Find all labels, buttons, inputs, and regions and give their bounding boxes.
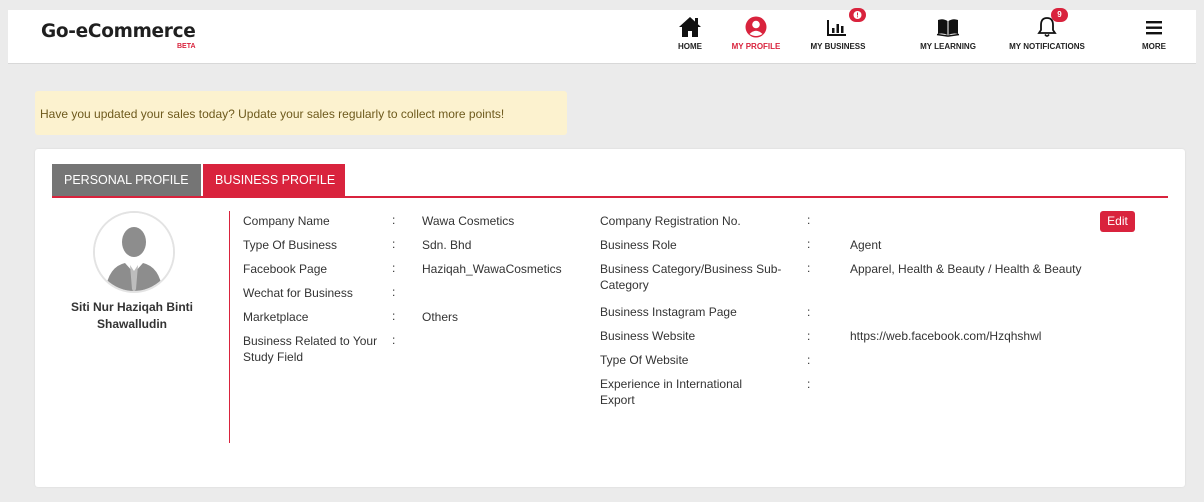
exclamation-icon — [853, 11, 862, 19]
nav-my-business-label: MY BUSINESS — [810, 42, 866, 51]
nav-home[interactable]: HOME — [666, 10, 714, 64]
user-circle-icon — [745, 16, 767, 38]
field-label-instagram-page: Business Instagram Page — [600, 305, 737, 319]
field-value-company-name: Wawa Cosmetics — [422, 214, 515, 228]
field-value-business-role: Agent — [850, 238, 882, 252]
notifications-count-badge: 9 — [1051, 8, 1068, 22]
field-colon: : — [807, 329, 811, 343]
field-label-facebook-page: Facebook Page — [243, 262, 328, 276]
field-colon: : — [807, 305, 811, 319]
sales-reminder-text: Have you updated your sales today? Updat… — [40, 107, 505, 121]
nav-my-learning[interactable]: MY LEARNING — [912, 10, 984, 64]
field-label-international-export: Experience in International Export — [600, 377, 743, 407]
field-value-business-category: Apparel, Health & Beauty / Health & Beau… — [850, 262, 1082, 276]
home-icon — [679, 17, 701, 37]
field-value-business-website[interactable]: https://web.facebook.com/Hzqhshwl — [850, 328, 1100, 344]
field-value-type-of-business: Sdn. Bhd — [422, 238, 472, 252]
field-value-facebook-page: Haziqah_WawaCosmetics — [422, 262, 562, 276]
nav-my-business[interactable]: MY BUSINESS — [803, 8, 873, 64]
field-colon: : — [392, 213, 396, 227]
brand-name: Go-eCommerce — [41, 21, 196, 42]
field-colon: : — [807, 237, 811, 251]
field-colon: : — [392, 333, 396, 347]
beta-badge: BETA — [177, 43, 196, 50]
profile-card: PERSONAL PROFILE BUSINESS PROFILE Siti N… — [35, 149, 1185, 487]
field-label-business-category: Business Category/Business Sub-Category — [600, 262, 782, 292]
field-colon: : — [392, 237, 396, 251]
open-book-icon — [936, 19, 960, 37]
profile-divider — [229, 211, 230, 443]
field-colon: : — [392, 285, 396, 299]
field-colon: : — [807, 353, 811, 367]
top-navigation-bar: Go-eCommerce BETA HOME MY PROFILE MY BUS… — [8, 8, 1196, 64]
tab-personal-profile[interactable]: PERSONAL PROFILE — [52, 164, 201, 197]
field-label-type-of-business: Type Of Business — [243, 238, 338, 252]
nav-more[interactable]: MORE — [1134, 10, 1174, 64]
field-value-marketplace: Others — [422, 310, 459, 324]
nav-my-learning-label: MY LEARNING — [920, 42, 976, 51]
field-label-business-role: Business Role — [600, 238, 677, 252]
field-label-company-registration: Company Registration No. — [600, 214, 741, 228]
tab-underline — [52, 196, 1168, 198]
field-colon: : — [807, 377, 811, 391]
field-colon: : — [807, 261, 811, 275]
field-label-business-website: Business Website — [600, 329, 696, 343]
nav-my-notifications[interactable]: 9 MY NOTIFICATIONS — [996, 8, 1098, 64]
avatar — [93, 211, 175, 293]
nav-more-label: MORE — [1142, 42, 1166, 51]
user-silhouette-icon — [95, 213, 173, 291]
field-label-marketplace: Marketplace — [243, 310, 309, 324]
sales-reminder-alert: Have you updated your sales today? Updat… — [35, 91, 567, 135]
bar-chart-icon — [827, 20, 846, 36]
field-colon: : — [392, 309, 396, 323]
nav-my-profile[interactable]: MY PROFILE — [723, 10, 789, 64]
field-colon: : — [392, 261, 396, 275]
field-label-wechat: Wechat for Business — [243, 286, 353, 300]
nav-home-label: HOME — [678, 42, 702, 51]
hamburger-menu-icon — [1146, 21, 1162, 35]
field-label-type-of-website: Type Of Website — [600, 353, 689, 367]
edit-button[interactable]: Edit — [1100, 211, 1135, 232]
brand-logo[interactable]: Go-eCommerce BETA — [41, 21, 196, 50]
tab-business-profile[interactable]: BUSINESS PROFILE — [203, 164, 345, 197]
nav-my-profile-label: MY PROFILE — [731, 42, 781, 51]
field-colon: : — [807, 213, 811, 227]
field-label-company-name: Company Name — [243, 214, 330, 228]
business-alert-badge — [849, 8, 866, 22]
field-label-study-field: Business Related to Your Study Field — [243, 334, 378, 364]
profile-name: Siti Nur Haziqah Binti Shawalludin — [70, 300, 193, 331]
nav-my-notifications-label: MY NOTIFICATIONS — [1009, 42, 1085, 51]
